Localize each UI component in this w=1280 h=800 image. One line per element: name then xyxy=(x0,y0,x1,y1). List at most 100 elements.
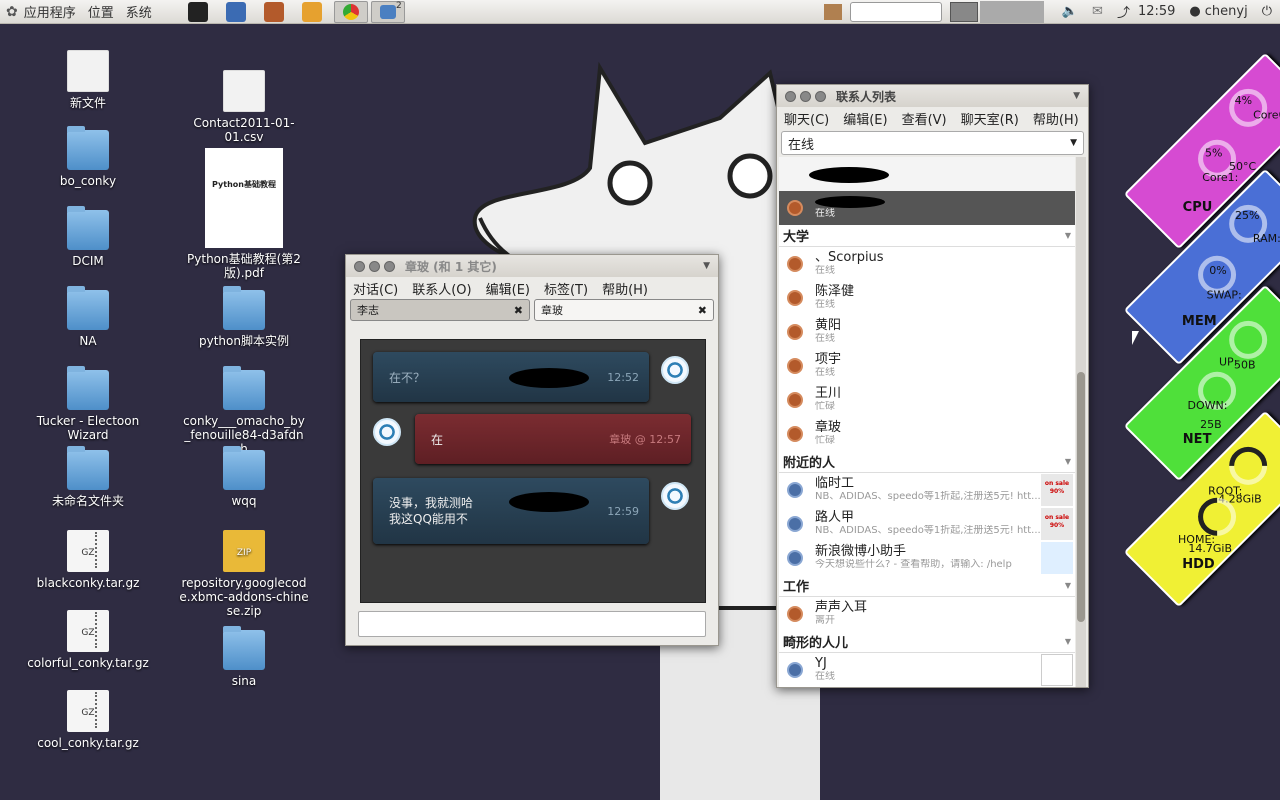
system-menu[interactable]: 系统 xyxy=(120,2,158,21)
buddy-status-icon xyxy=(787,324,803,340)
menu-edit[interactable]: 编辑(E) xyxy=(479,279,537,298)
network-icon[interactable]: ⤴ xyxy=(1117,2,1130,21)
conversation-view[interactable]: 在不？ 12:52 在 章玻 @ 12:57 没事，我就测哈 我这QQ能用不 1… xyxy=(360,339,706,603)
close-tab-icon[interactable]: ✖ xyxy=(698,304,707,317)
desktop-icon-tucker[interactable]: Tucker - Electoon Wizard xyxy=(18,366,158,442)
volume-icon[interactable]: 🔈 xyxy=(1062,4,1078,19)
window-menu-chevron-icon[interactable]: ▼ xyxy=(703,261,710,271)
places-menu[interactable]: 位置 xyxy=(82,2,120,21)
buddy-menubar: 聊天(C) 编辑(E) 查看(V) 聊天室(R) 帮助(H) xyxy=(777,107,1088,129)
pidgin-launcher-icon[interactable] xyxy=(301,1,322,22)
menu-buddies[interactable]: 聊天(C) xyxy=(777,109,836,128)
desktop-icon-python-pdf[interactable]: Python基础教程 Python基础教程(第2版).pdf xyxy=(179,148,309,280)
search-box[interactable] xyxy=(849,1,942,22)
window-menu-chevron-icon[interactable]: ▼ xyxy=(1073,91,1080,101)
gnome-foot-icon[interactable]: ✿ xyxy=(6,4,18,20)
list-item[interactable]: 王川 忙碌 xyxy=(779,383,1075,417)
menu-help[interactable]: 帮助(H) xyxy=(1026,109,1086,128)
group-header[interactable]: 畸形的人儿 ▼ xyxy=(779,631,1075,653)
folder-icon xyxy=(67,446,109,490)
desktop-icon-contact-csv[interactable]: Contact2011-01-01.csv xyxy=(179,70,309,144)
desktop-icon-blackconky[interactable]: GZ blackconky.tar.gz xyxy=(23,530,153,590)
applications-menu[interactable]: 应用程序 xyxy=(18,2,82,21)
menu-tabs[interactable]: 标签(T) xyxy=(537,279,595,298)
list-item[interactable]: 临时工 NB、ADIDAS、speedo等1折起,注册送5元! htt... on … xyxy=(779,473,1075,507)
folder-icon xyxy=(223,286,265,330)
desktop-icon-cool-conky[interactable]: GZ cool_conky.tar.gz xyxy=(23,690,153,750)
desktop-icon-sina[interactable]: sina xyxy=(179,626,309,688)
list-item[interactable]: 新浪微博小助手 今天想说些什么? - 查看帮助，请输入: /help xyxy=(779,541,1075,575)
message-text: 没事，我就测哈 我这QQ能用不 xyxy=(389,496,474,526)
buddy-list-titlebar[interactable]: 联系人列表 ▼ xyxy=(777,85,1088,107)
desktop-icon-conky-omacho[interactable]: conky___omacho_by_fenouille84-d3afdnh xyxy=(179,366,309,456)
chrome-task-button[interactable] xyxy=(333,0,368,23)
tab-zhangbo[interactable]: 章玻 ✖ xyxy=(534,299,714,321)
buddy-list-window: 联系人列表 ▼ 聊天(C) 编辑(E) 查看(V) 聊天室(R) 帮助(H) 在… xyxy=(776,84,1089,688)
workspace-switcher[interactable] xyxy=(949,1,978,22)
desktop-icon-colorful-conky[interactable]: GZ colorful_conky.tar.gz xyxy=(23,610,153,670)
user-menu[interactable]: chenyj xyxy=(1205,4,1248,19)
list-item[interactable]: 项宇 在线 xyxy=(779,349,1075,383)
buddy-status: 在线 xyxy=(815,671,835,682)
minimize-window-icon[interactable] xyxy=(800,90,811,102)
tab-lizhi[interactable]: 李志 ✖ xyxy=(350,299,530,321)
close-tab-icon[interactable]: ✖ xyxy=(514,304,523,317)
media-launcher-icon[interactable] xyxy=(263,1,284,22)
icon-label: colorful_conky.tar.gz xyxy=(27,656,149,670)
list-item[interactable]: 、Scorpius 在线 xyxy=(779,247,1075,281)
buddy-list-title: 联系人列表 xyxy=(836,89,897,104)
terminal-launcher-icon[interactable] xyxy=(187,1,208,22)
desktop-icon-bo-conky[interactable]: bo_conky xyxy=(23,126,153,188)
pidgin-task-button[interactable]: 2 xyxy=(370,0,405,23)
scrollbar-thumb[interactable] xyxy=(1077,372,1085,622)
close-window-icon[interactable] xyxy=(354,260,365,272)
editor-launcher-icon[interactable] xyxy=(225,1,246,22)
list-item[interactable]: 陈泽健 在线 xyxy=(779,281,1075,315)
mail-icon[interactable]: ✉ xyxy=(1092,4,1103,19)
maximize-window-icon[interactable] xyxy=(815,90,826,102)
cpu-temp: 50°C xyxy=(1228,159,1257,173)
menu-buddy[interactable]: 联系人(O) xyxy=(405,279,478,298)
menu-chatroom[interactable]: 聊天室(R) xyxy=(954,109,1026,128)
buddy-list[interactable]: 在线 大学 ▼ 、Scorpius 在线 陈泽健 在线 黄阳 在线 项宇 在线 王川 忙碌 … xyxy=(779,157,1075,687)
desktop-icon-new-file[interactable]: 新文件 xyxy=(23,50,153,110)
zip-icon: ZIP xyxy=(223,530,265,572)
list-item[interactable]: 黄阳 在线 xyxy=(779,315,1075,349)
clock[interactable]: 12:59 xyxy=(1138,4,1175,19)
menu-view[interactable]: 查看(V) xyxy=(895,109,954,128)
buddy-list-scrollbar[interactable] xyxy=(1076,157,1086,687)
power-icon[interactable]: ⏻ xyxy=(1262,4,1272,19)
buddy-name: 新浪微博小助手 xyxy=(815,544,907,559)
minimize-window-icon[interactable] xyxy=(369,260,380,272)
desktop-icon-repository-zip[interactable]: ZIP repository.googlecode.xbmc-addons-chi… xyxy=(179,530,309,618)
desktop-icon-dcim[interactable]: DCIM xyxy=(23,206,153,268)
desktop-icon-python-scripts[interactable]: python脚本实例 xyxy=(179,286,309,348)
list-item[interactable]: 路人甲 NB、ADIDAS、speedo等1折起,注册送5元! htt... on … xyxy=(779,507,1075,541)
notes-icon[interactable] xyxy=(823,3,842,20)
hidden-account-row[interactable] xyxy=(779,157,1075,191)
message-input[interactable] xyxy=(358,611,706,637)
list-item[interactable]: 声声入耳 离开 xyxy=(779,597,1075,631)
list-item-selected[interactable]: 在线 xyxy=(779,191,1075,225)
maximize-window-icon[interactable] xyxy=(384,260,395,272)
chrome-window-thumb[interactable] xyxy=(979,0,1044,23)
icon-label: Tucker - Electoon Wizard xyxy=(36,414,140,442)
buddy-status-icon xyxy=(787,606,803,622)
avatar xyxy=(373,418,401,446)
menu-conversation[interactable]: 对话(C) xyxy=(346,279,405,298)
group-header[interactable]: 附近的人 ▼ xyxy=(779,451,1075,473)
desktop-icon-na[interactable]: NA xyxy=(23,286,153,348)
desktop-icon-wqq[interactable]: wqq xyxy=(179,446,309,508)
menu-help[interactable]: 帮助(H) xyxy=(595,279,655,298)
chat-titlebar[interactable]: 章玻 (和 1 其它) ▼ xyxy=(346,255,718,277)
menu-edit[interactable]: 编辑(E) xyxy=(836,109,894,128)
status-selector[interactable]: 在线 ▼ xyxy=(781,131,1084,155)
desktop-icon-unnamed-folder[interactable]: 未命名文件夹 xyxy=(23,446,153,508)
close-window-icon[interactable] xyxy=(785,90,796,102)
list-item[interactable]: 章玻 忙碌 xyxy=(779,417,1075,451)
core1-value: 5% xyxy=(1204,146,1223,160)
group-header[interactable]: 工作 ▼ xyxy=(779,575,1075,597)
group-header[interactable]: 大学 ▼ xyxy=(779,225,1075,247)
list-item[interactable]: YJ 在线 xyxy=(779,653,1075,687)
task-count-badge: 2 xyxy=(396,0,402,11)
